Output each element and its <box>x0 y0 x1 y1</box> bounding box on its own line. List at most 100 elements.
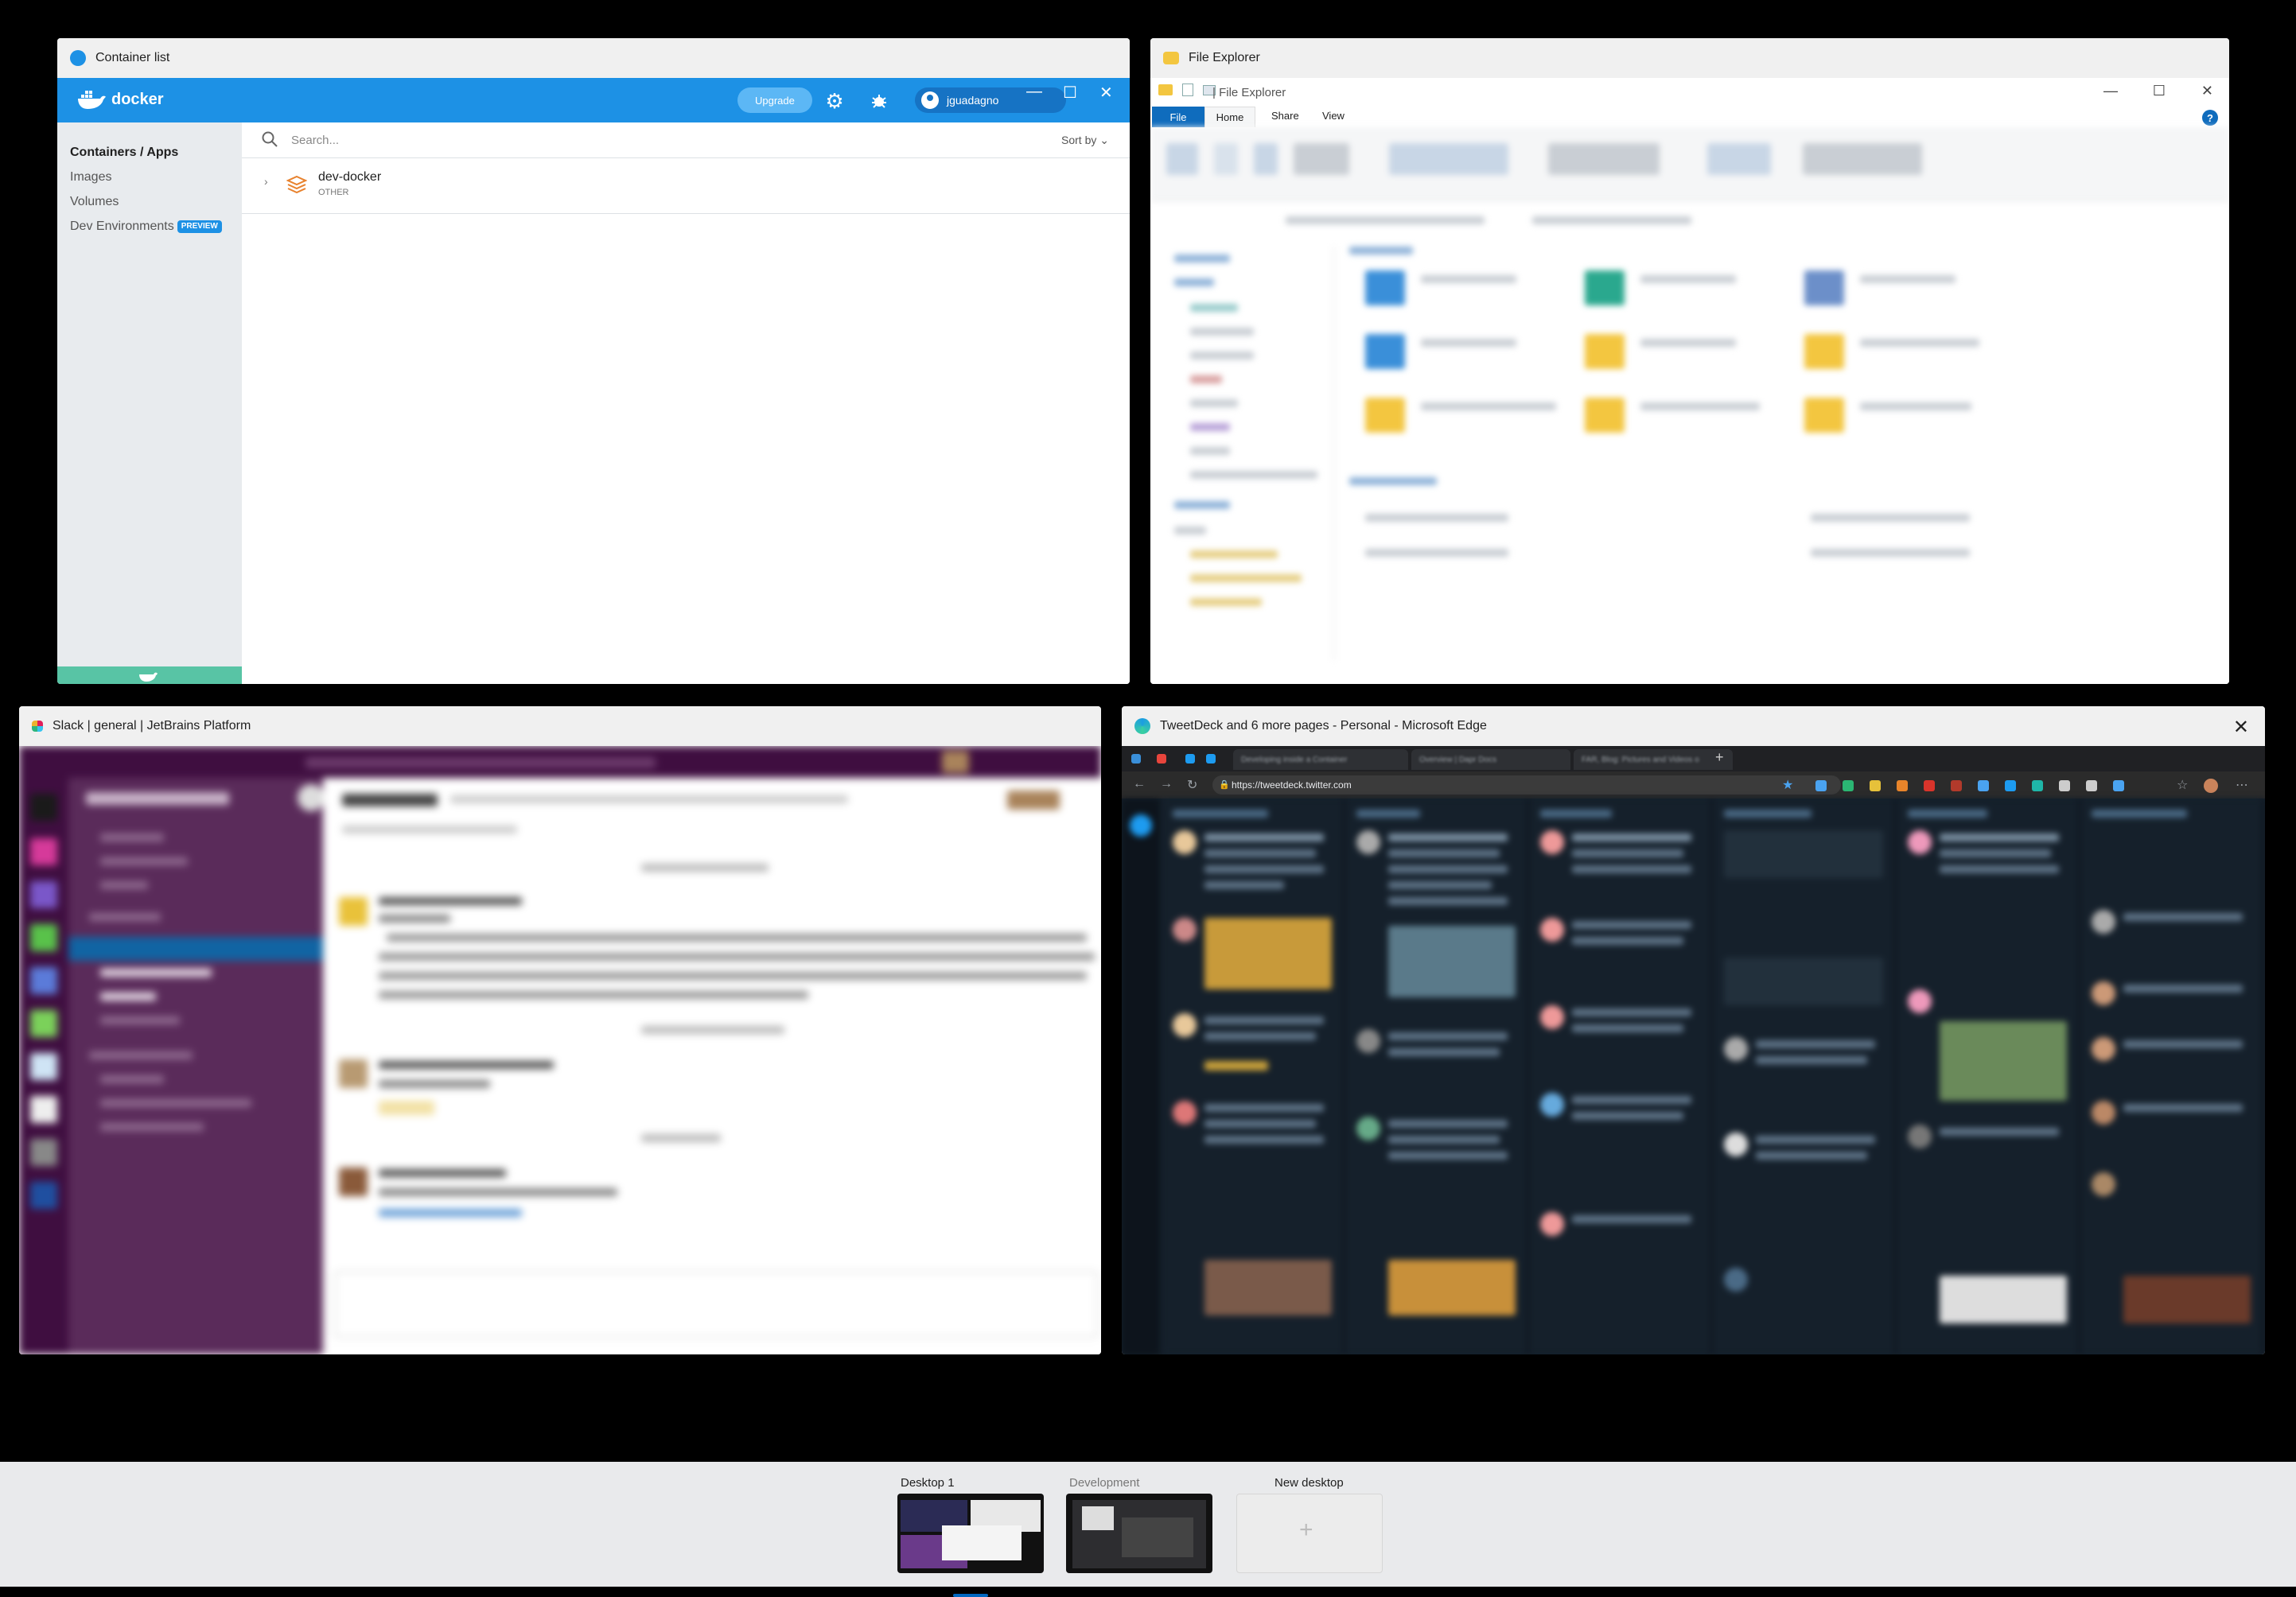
forward-icon[interactable]: → <box>1160 777 1173 791</box>
gmail-tab-icon[interactable] <box>1157 754 1166 764</box>
extension-icon[interactable] <box>1843 780 1854 791</box>
desktop-label: Development <box>1069 1476 1140 1490</box>
docker-window-titlebar[interactable]: Container list <box>57 38 1130 78</box>
tweetdeck-column <box>1162 798 1345 1354</box>
settings-gear-icon[interactable]: ⚙ <box>823 89 846 113</box>
extension-icon[interactable] <box>1951 780 1962 791</box>
tab-share[interactable]: Share <box>1271 110 1299 122</box>
tweetdeck-column <box>2080 798 2264 1354</box>
preview-badge: PREVIEW <box>177 220 222 233</box>
tweetdeck-tab-icon[interactable] <box>1206 754 1216 764</box>
extension-icon[interactable] <box>2086 780 2097 791</box>
extension-icon[interactable] <box>1897 780 1908 791</box>
tab-far-blog[interactable]: FAR, Blog: Pictures and Videos o <box>1574 749 1733 770</box>
sort-by-dropdown[interactable]: Sort by ⌄ <box>1061 134 1109 147</box>
docker-window[interactable]: Container list docker Upgrade ⚙ jguadagn… <box>57 38 1130 684</box>
sidebar-item-dev-environments[interactable]: Dev Environments PREVIEW <box>57 214 242 239</box>
workspace-rail <box>19 778 68 1354</box>
user-avatar-icon <box>921 91 939 109</box>
file-explorer-window[interactable]: File Explorer | File Explorer — ☐ ✕ File… <box>1150 38 2229 684</box>
edge-window[interactable]: TweetDeck and 6 more pages - Personal - … <box>1122 706 2265 1354</box>
maximize-button[interactable]: ☐ <box>1063 83 1077 103</box>
folder-app-icon <box>1163 52 1179 64</box>
tab-home[interactable]: Home <box>1204 107 1255 127</box>
docker-header: docker Upgrade ⚙ jguadagno — ☐ ✕ <box>57 78 1130 122</box>
extension-icon[interactable] <box>1870 780 1881 791</box>
docker-app-icon <box>70 50 86 66</box>
tweetdeck-blurred-content <box>1122 798 2265 1354</box>
sidebar-item-images[interactable]: Images <box>57 165 242 189</box>
docker-brand-text: docker <box>111 90 164 108</box>
sidebar-item-containers[interactable]: Containers / Apps <box>57 140 242 165</box>
profile-avatar[interactable] <box>2204 779 2218 793</box>
explorer-window-titlebar[interactable]: File Explorer <box>1150 38 2229 78</box>
docker-window-title: Container list <box>95 51 170 64</box>
maximize-button[interactable]: ☐ <box>2153 83 2166 99</box>
help-icon[interactable]: ? <box>2202 110 2218 126</box>
desktop-1-thumbnail[interactable] <box>897 1494 1044 1573</box>
slack-window[interactable]: Slack | general | JetBrains Platform <box>19 706 1101 1354</box>
desktop-development-thumbnail[interactable] <box>1066 1494 1212 1573</box>
refresh-icon[interactable]: ↻ <box>1187 777 1197 793</box>
channel-sidebar <box>68 778 325 1354</box>
user-account-button[interactable]: jguadagno <box>915 87 1066 113</box>
sidebar-item-volumes[interactable]: Volumes <box>57 189 242 214</box>
address-bar <box>1150 207 2229 234</box>
upgrade-button[interactable]: Upgrade <box>737 87 812 113</box>
slack-app-icon <box>32 721 43 732</box>
docker-whale-status-icon <box>139 672 158 682</box>
back-icon[interactable]: ← <box>1133 777 1146 791</box>
desktop-label: Desktop 1 <box>901 1476 955 1490</box>
workspace-icon[interactable] <box>1131 754 1141 764</box>
extension-icon[interactable] <box>1924 780 1935 791</box>
virtual-desktops-bar: Desktop 1 Development New desktop + <box>0 1462 2296 1597</box>
close-button[interactable]: ✕ <box>1099 83 1113 103</box>
file-list <box>1349 247 2229 660</box>
extension-icon[interactable] <box>2059 780 2070 791</box>
twitter-tab-icon[interactable] <box>1185 754 1195 764</box>
sidebar-item-label: Dev Environments <box>70 220 174 233</box>
ribbon-tabs: File Home Share View ? <box>1150 107 2229 127</box>
extension-icon[interactable] <box>1815 780 1827 791</box>
search-bar: Search... Sort by ⌄ <box>242 122 1130 158</box>
tab-view[interactable]: View <box>1322 110 1345 122</box>
minimize-button[interactable]: — <box>1026 83 1042 101</box>
more-options-icon[interactable]: ⋯ <box>2236 777 2248 793</box>
new-desktop-thumbnail[interactable]: + <box>1236 1494 1383 1573</box>
tab-developing-container[interactable]: Developing inside a Container <box>1233 749 1408 770</box>
close-button[interactable]: ✕ <box>2201 83 2213 99</box>
tab-file[interactable]: File <box>1152 107 1204 127</box>
new-desktop-button[interactable]: New desktop + <box>1236 1473 1383 1573</box>
extension-icon[interactable] <box>2005 780 2016 791</box>
troubleshoot-bug-icon[interactable] <box>867 89 891 113</box>
close-icon[interactable]: ✕ <box>2233 716 2249 739</box>
chevron-down-icon: ⌄ <box>1099 134 1109 146</box>
address-bar-input[interactable]: 🔒 https://tweetdeck.twitter.com <box>1212 775 1841 795</box>
extension-icon[interactable] <box>2032 780 2043 791</box>
slack-blurred-content <box>19 746 1101 1354</box>
slack-window-titlebar[interactable]: Slack | general | JetBrains Platform <box>19 706 1101 746</box>
properties-check-icon[interactable] <box>1182 84 1193 96</box>
plus-icon: + <box>1299 1517 1313 1543</box>
favorite-star-icon[interactable]: ★ <box>1782 777 1793 793</box>
container-row[interactable]: › dev-docker OTHER <box>242 157 1130 214</box>
desktop-1-button[interactable]: Desktop 1 <box>897 1473 1044 1597</box>
tweetdeck-column <box>1713 798 1897 1354</box>
extension-icon[interactable] <box>1978 780 1989 791</box>
extension-icon[interactable] <box>2113 780 2124 791</box>
favorites-icon[interactable]: ☆ <box>2177 777 2188 793</box>
username-label: jguadagno <box>947 94 999 107</box>
address-toolbar: ← → ↻ 🔒 https://tweetdeck.twitter.com ★ … <box>1122 771 2265 798</box>
desktop-development-button[interactable]: Development <box>1066 1473 1212 1573</box>
docker-sidebar: Containers / Apps Images Volumes Dev Env… <box>57 122 242 684</box>
tab-label: Overview | Dapr Docs <box>1419 755 1497 764</box>
explorer-inner-title-text: File Explorer <box>1219 86 1286 99</box>
search-icon <box>262 131 278 147</box>
search-input[interactable]: Search... <box>291 134 339 147</box>
edge-window-titlebar[interactable]: TweetDeck and 6 more pages - Personal - … <box>1122 706 2265 746</box>
expand-chevron-icon[interactable]: › <box>264 175 268 188</box>
minimize-button[interactable]: — <box>2103 83 2118 99</box>
new-tab-button[interactable]: + <box>1715 749 1724 766</box>
tab-dapr-docs[interactable]: Overview | Dapr Docs <box>1411 749 1570 770</box>
tab-label: Developing inside a Container <box>1241 755 1348 764</box>
